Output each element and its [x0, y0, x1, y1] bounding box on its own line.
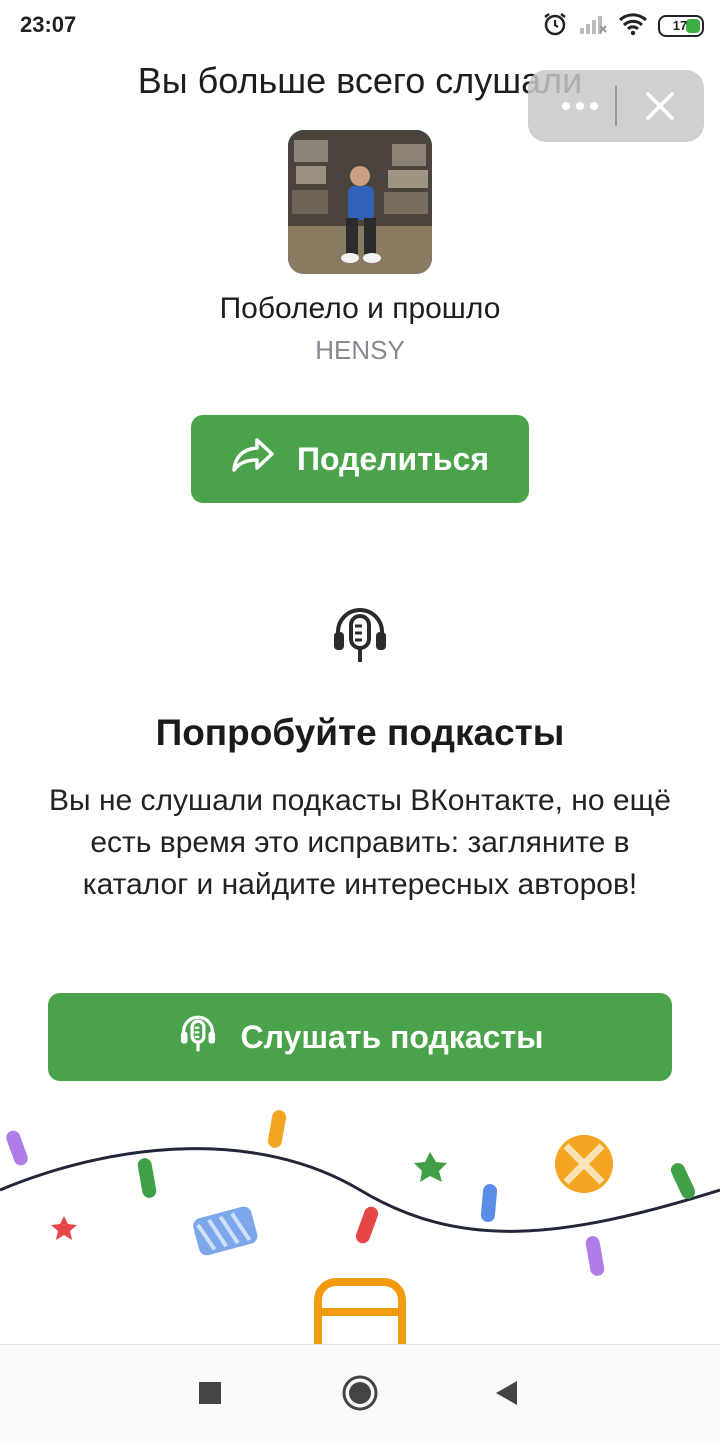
holiday-garland — [0, 1100, 720, 1344]
listen-podcasts-button[interactable]: Слушать подкасты — [48, 993, 672, 1081]
close-icon[interactable] — [624, 70, 696, 142]
track-artist[interactable]: HENSY — [0, 335, 720, 366]
recents-icon[interactable] — [162, 1345, 258, 1441]
podcasts-heading: Попробуйте подкасты — [155, 712, 565, 753]
album-cover[interactable] — [288, 130, 432, 274]
status-bar: 23:07 17 — [0, 0, 720, 52]
track-title: Поболело и прошло — [219, 292, 501, 325]
battery-icon: 17 — [658, 15, 704, 37]
garland-light — [6, 1130, 28, 1166]
status-icons: 17 — [542, 10, 704, 42]
wifi-icon — [618, 12, 648, 41]
garland-light — [267, 1110, 287, 1148]
share-icon — [231, 437, 275, 481]
overlay-controls — [528, 70, 704, 142]
overlay-divider — [615, 86, 617, 126]
home-icon[interactable] — [312, 1345, 408, 1441]
listen-podcasts-label: Слушать подкасты — [240, 1018, 544, 1055]
status-time: 23:07 — [20, 12, 77, 37]
podcast-icon — [328, 602, 392, 666]
share-button[interactable]: Поделиться — [191, 415, 529, 503]
battery-level: 17 — [672, 18, 688, 33]
podcasts-description: Вы не слушали подкасты ВКонтакте, но ещё… — [49, 784, 671, 901]
garland-light — [137, 1158, 157, 1198]
system-nav-bar — [0, 1344, 720, 1441]
garland-light — [585, 1236, 605, 1276]
signal-off-icon — [578, 12, 608, 41]
more-icon[interactable] — [544, 70, 616, 142]
garland-light — [355, 1206, 379, 1244]
garland-light — [670, 1163, 696, 1199]
garland-light — [480, 1184, 498, 1222]
podcast-button-icon — [177, 1012, 219, 1062]
share-button-label: Поделиться — [296, 440, 490, 477]
back-icon[interactable] — [458, 1345, 554, 1441]
alarm-icon — [542, 11, 568, 42]
